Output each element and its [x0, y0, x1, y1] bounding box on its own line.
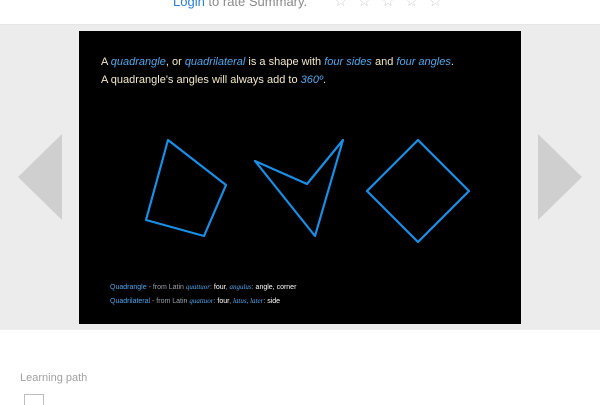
previous-slide-arrow-icon[interactable] [18, 134, 62, 220]
etym-english: four [217, 298, 230, 305]
rating-stars[interactable]: ☆ ☆ ☆ ☆ ☆ [334, 0, 445, 10]
etym-from: - from Latin [150, 298, 190, 305]
etymology-quadrilateral: Quadrilateral - from Latin quattuor: fou… [110, 297, 280, 305]
rating-prompt: Login to rate Summary. [173, 0, 307, 9]
etymology-quadrangle: Quadrangle - from Latin quattuor: four, … [110, 283, 296, 291]
etym-latin: latus, later [232, 297, 264, 305]
slideshow: A quadrangle, or quadrilateral is a shap… [0, 25, 600, 330]
etym-english: side [267, 298, 281, 305]
etym-term: Quadrilateral [110, 298, 151, 305]
quadrilateral-examples [144, 138, 471, 244]
etym-latin: quattuor [185, 283, 211, 291]
rating-prompt-text: to rate Summary. [204, 0, 308, 9]
etym-latin: quattuor [189, 297, 214, 305]
top-bar: Login to rate Summary. ☆ ☆ ☆ ☆ ☆ [0, 0, 600, 25]
square-shape [365, 138, 471, 244]
next-slide-arrow-icon[interactable] [538, 134, 582, 220]
irregular-quadrilateral-shape [144, 138, 228, 238]
learning-path-label: Learning path [20, 372, 88, 384]
etym-latin: angulus [229, 283, 252, 291]
etym-from: - from Latin [146, 284, 186, 291]
etym-term: Quadrangle [110, 284, 147, 291]
etym-english: angle, corner [255, 284, 297, 291]
etym-english: four [213, 284, 226, 291]
login-link[interactable]: Login [173, 0, 205, 9]
concave-quadrilateral-shape [253, 138, 345, 238]
slide: A quadrangle, or quadrilateral is a shap… [79, 31, 521, 324]
